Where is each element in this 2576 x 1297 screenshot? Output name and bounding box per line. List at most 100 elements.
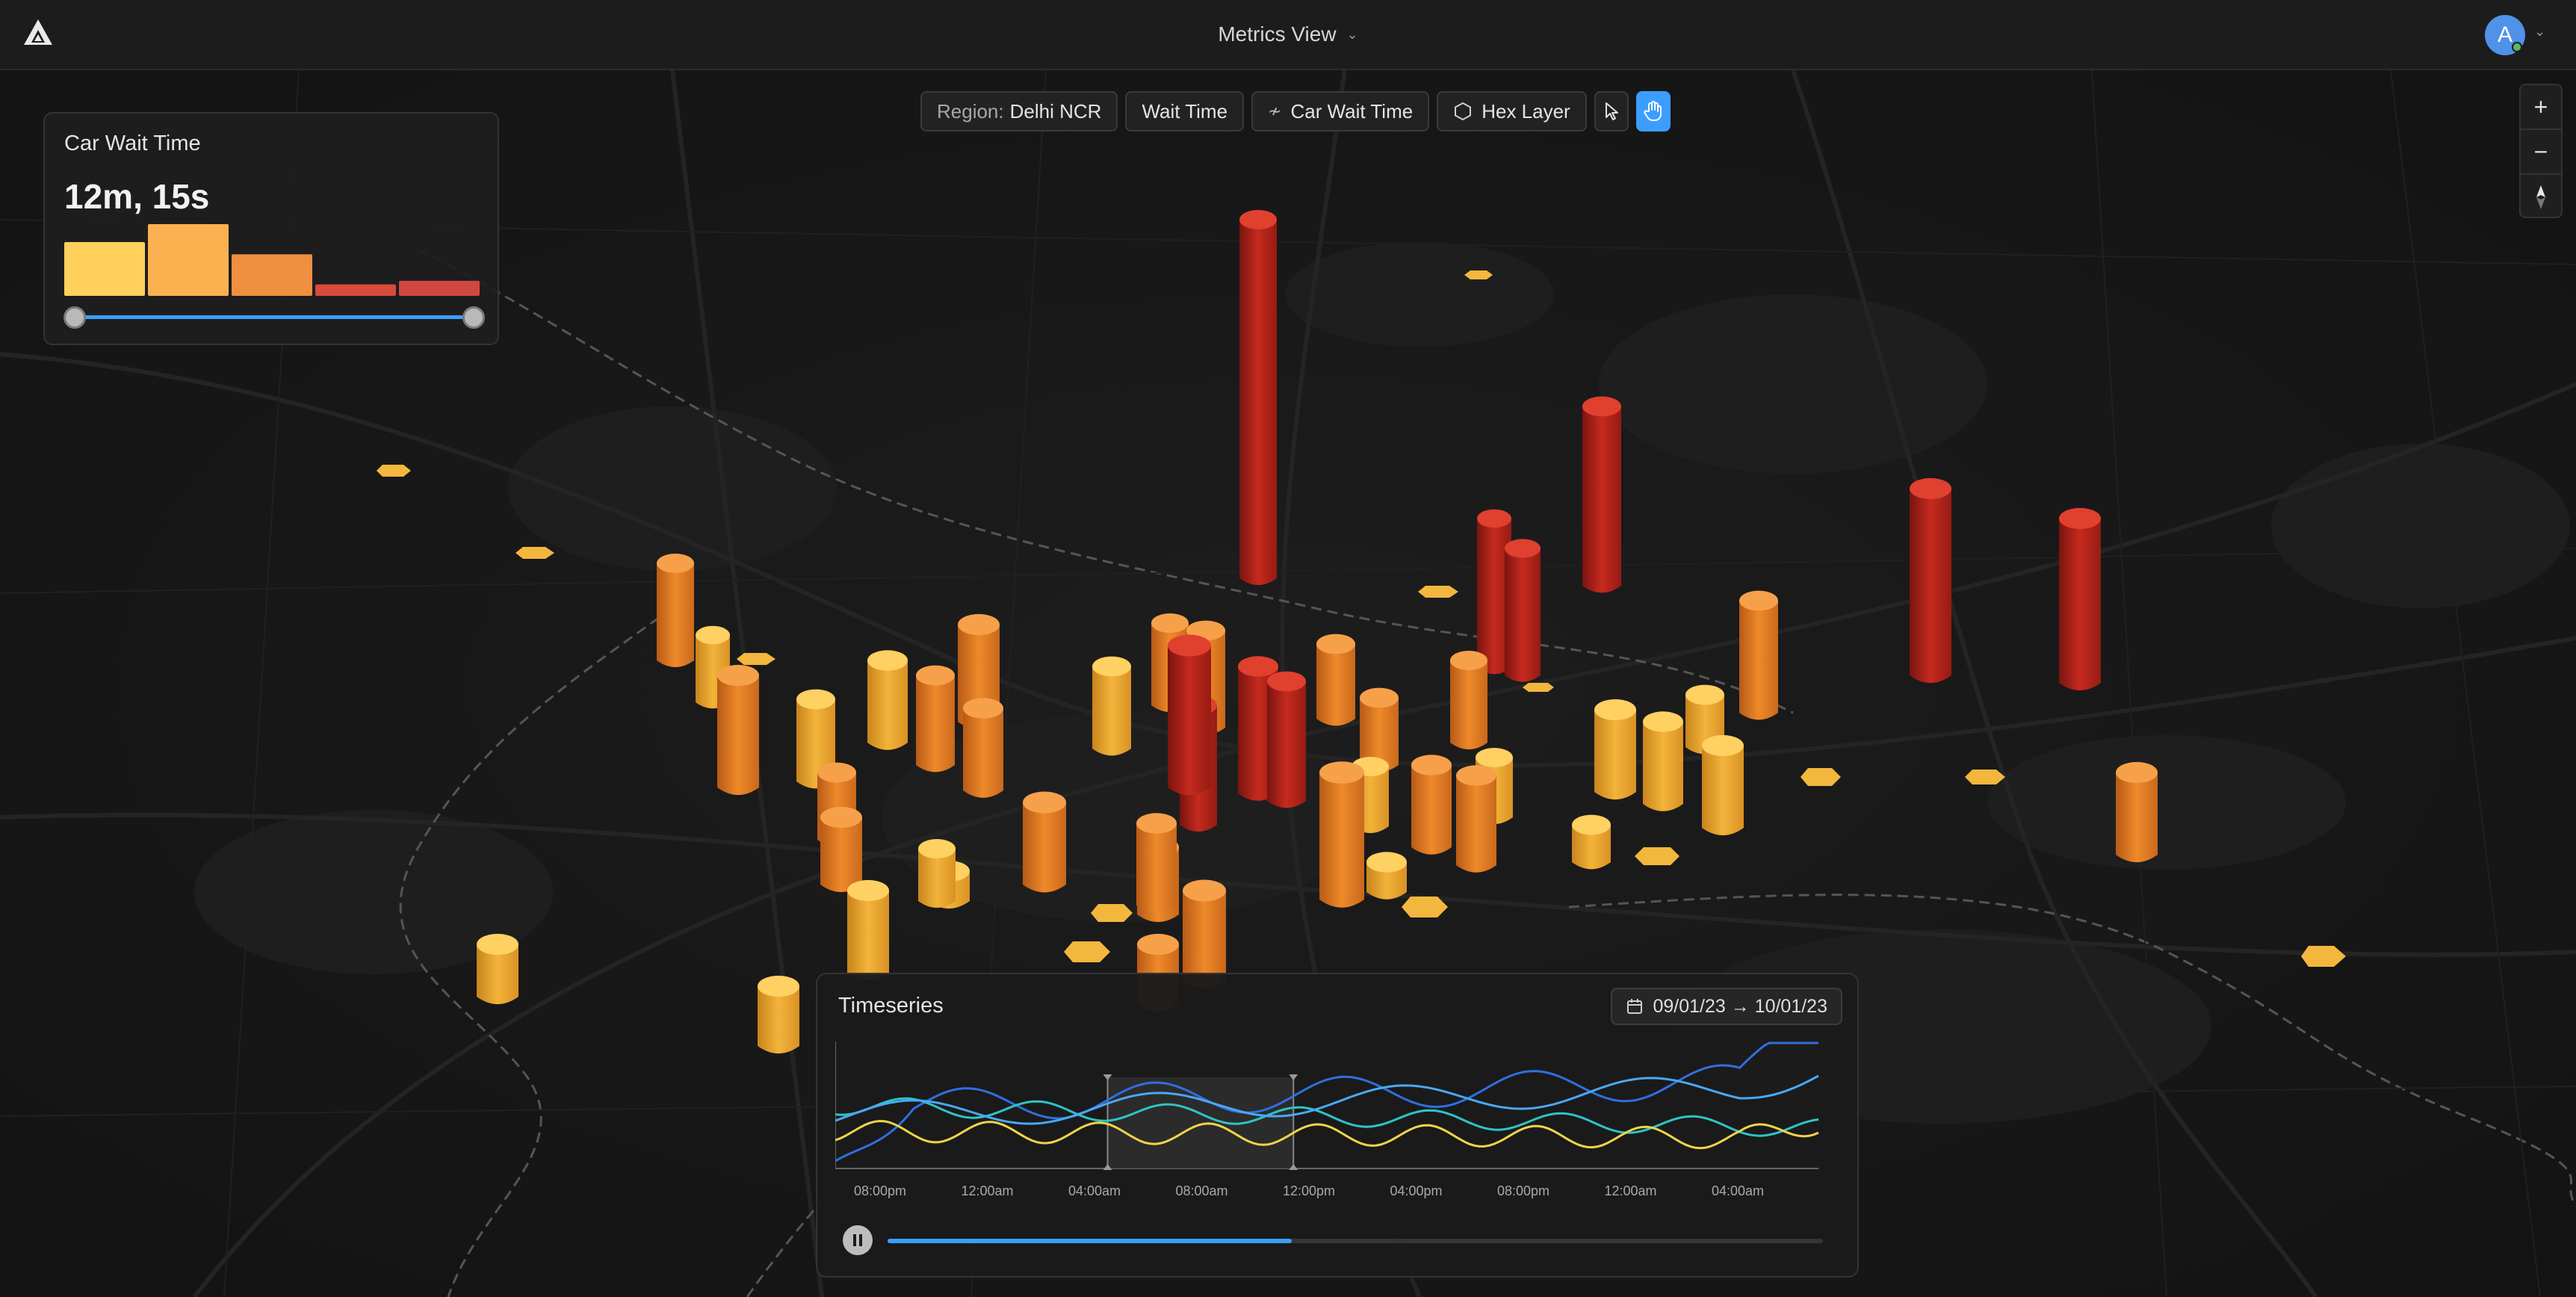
hex-column bbox=[1702, 746, 1744, 836]
layer-type-selector[interactable]: Hex Layer bbox=[1437, 91, 1587, 131]
hex-column bbox=[2116, 773, 2158, 863]
hex-column-top bbox=[1267, 671, 1306, 692]
x-tick-label: 04:00am bbox=[1068, 1183, 1121, 1198]
hex-column-top bbox=[1685, 684, 1724, 705]
hex-column-top bbox=[1594, 699, 1636, 721]
plus-icon: + bbox=[2533, 93, 2548, 120]
minus-icon: − bbox=[2533, 137, 2548, 165]
hex-column bbox=[1316, 644, 1355, 726]
hex-column-top bbox=[1450, 651, 1487, 670]
zoom-controls: + − bbox=[2519, 84, 2563, 218]
hex-column-top bbox=[1910, 477, 1951, 500]
layer-metric-label: Car Wait Time bbox=[1290, 99, 1414, 123]
hex-column-top bbox=[2116, 761, 2158, 784]
playback-progress-fill bbox=[888, 1239, 1292, 1243]
zoom-in-button[interactable]: + bbox=[2521, 85, 2561, 130]
timeseries-chart[interactable]: 08:00pm 12:00am 04:00am 08:00am 12:00pm 04:00… bbox=[835, 1041, 1836, 1207]
x-tick-label: 04:00pm bbox=[1390, 1183, 1442, 1198]
view-title: Metrics View bbox=[1218, 22, 1337, 46]
hex-column-top bbox=[1137, 933, 1179, 956]
hex-column-top bbox=[1136, 813, 1177, 834]
series-line bbox=[835, 1041, 1818, 1163]
hex-column bbox=[1643, 722, 1683, 811]
time-selection-window[interactable] bbox=[1103, 1074, 1298, 1170]
map-toolbar: Region: Delhi NCR Wait Time ≁ Car Wait T… bbox=[920, 91, 1671, 131]
range-slider-max-handle[interactable] bbox=[462, 306, 485, 329]
region-value: Delhi NCR bbox=[1009, 99, 1102, 123]
hex-column bbox=[1910, 489, 1951, 684]
hex-column-top bbox=[1092, 656, 1131, 677]
x-tick-label: 12:00pm bbox=[1283, 1183, 1335, 1198]
hex-column-top bbox=[1476, 748, 1513, 767]
pan-tool-button[interactable] bbox=[1635, 91, 1671, 131]
hex-column bbox=[1239, 220, 1277, 585]
pause-button[interactable] bbox=[843, 1225, 873, 1255]
x-tick-labels: 08:00pm 12:00am 04:00am 08:00am 12:00pm 04:00… bbox=[854, 1183, 1764, 1198]
hex-column-top bbox=[1168, 634, 1211, 657]
layer-metric-selector[interactable]: ≁ Car Wait Time bbox=[1251, 91, 1430, 131]
legend-histogram bbox=[64, 224, 480, 296]
selection-window-shade bbox=[1107, 1077, 1294, 1168]
histogram-bar bbox=[64, 242, 145, 296]
metric-label: Wait Time bbox=[1142, 99, 1228, 123]
timeseries-title: Timeseries bbox=[838, 994, 944, 1018]
hex-column-top bbox=[1183, 879, 1226, 902]
layer-type-label: Hex Layer bbox=[1481, 99, 1570, 123]
series-lines bbox=[835, 1041, 1819, 1163]
x-tick-label: 04:00am bbox=[1712, 1183, 1764, 1198]
hex-column-top bbox=[958, 613, 1000, 636]
hex-column bbox=[867, 660, 908, 750]
hex-column-top bbox=[817, 762, 856, 783]
hex-column-top bbox=[1572, 814, 1611, 835]
hex-column bbox=[1582, 406, 1621, 593]
account-chevron-down-icon[interactable]: ⌄ bbox=[2534, 24, 2545, 40]
view-switcher[interactable]: Metrics View ⌄ bbox=[0, 0, 2576, 69]
online-status-dot bbox=[2512, 42, 2522, 52]
hex-column-top bbox=[1366, 852, 1407, 873]
hex-column-top bbox=[796, 689, 835, 710]
hex-column bbox=[1505, 548, 1541, 682]
hex-column-top bbox=[916, 665, 955, 686]
top-bar: Metrics View ⌄ A ⌄ bbox=[0, 0, 2576, 70]
range-slider-min-handle[interactable] bbox=[64, 306, 86, 329]
series-line bbox=[835, 1074, 1819, 1125]
hex-column-top bbox=[1238, 656, 1278, 677]
histogram-bar bbox=[148, 224, 229, 296]
compass-button[interactable] bbox=[2521, 175, 2561, 220]
hex-column-top bbox=[1411, 755, 1452, 776]
zoom-out-button[interactable]: − bbox=[2521, 130, 2561, 175]
hex-column bbox=[717, 675, 759, 796]
hand-icon bbox=[1644, 101, 1662, 121]
hex-column bbox=[1411, 765, 1452, 855]
legend-title: Car Wait Time bbox=[64, 131, 201, 155]
x-tick-label: 08:00am bbox=[1175, 1183, 1227, 1198]
hex-column-top bbox=[1739, 590, 1778, 611]
hex-column bbox=[1136, 823, 1177, 913]
hex-column-top bbox=[1456, 765, 1496, 786]
hex-column-top bbox=[1151, 613, 1189, 633]
region-selector[interactable]: Region: Delhi NCR bbox=[920, 91, 1118, 131]
hex-column-top bbox=[657, 554, 694, 573]
compass-icon bbox=[2536, 185, 2545, 209]
date-range-picker[interactable]: 09/01/23 → 10/01/23 bbox=[1611, 988, 1842, 1025]
pause-icon bbox=[853, 1234, 862, 1246]
select-tool-button[interactable] bbox=[1594, 91, 1629, 131]
hex-column bbox=[1450, 660, 1487, 749]
hex-column bbox=[1023, 802, 1066, 893]
hex-column bbox=[1267, 681, 1306, 808]
range-slider-track[interactable] bbox=[75, 315, 474, 319]
series-line bbox=[835, 1119, 1819, 1150]
hex-column bbox=[847, 891, 889, 981]
playback-progress-bar[interactable] bbox=[888, 1239, 1823, 1243]
hex-column bbox=[820, 817, 862, 893]
hex-column-top bbox=[1505, 539, 1541, 558]
hex-column-top bbox=[1643, 711, 1683, 732]
hex-column-top bbox=[1582, 396, 1621, 417]
hex-column-top bbox=[1319, 761, 1364, 784]
hex-column bbox=[1456, 776, 1496, 873]
metric-selector[interactable]: Wait Time bbox=[1125, 91, 1245, 131]
histogram-bar bbox=[399, 280, 480, 296]
trend-icon: ≁ bbox=[1268, 102, 1282, 120]
x-tick-label: 08:00pm bbox=[1497, 1183, 1549, 1198]
hex-column-top bbox=[963, 698, 1003, 719]
